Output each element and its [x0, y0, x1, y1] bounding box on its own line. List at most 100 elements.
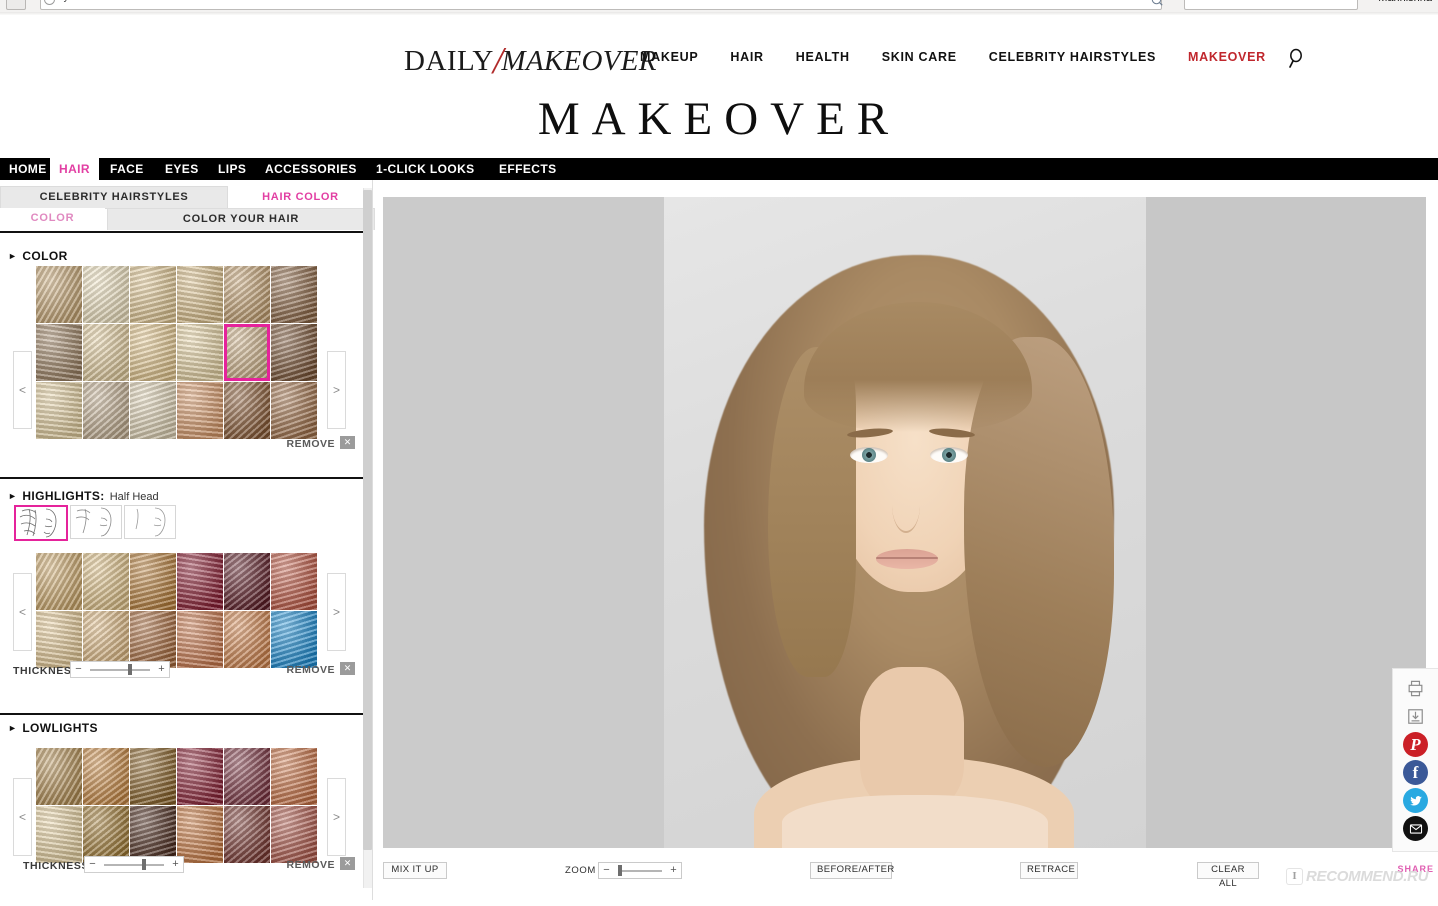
color-next-button[interactable]: >: [327, 351, 346, 429]
save-icon[interactable]: [1403, 704, 1428, 729]
swatch[interactable]: [83, 611, 129, 668]
lowlights-prev-button[interactable]: <: [13, 778, 32, 856]
swatch[interactable]: [130, 748, 176, 805]
swatch[interactable]: [177, 806, 223, 863]
disclosure-triangle-icon[interactable]: ►: [8, 491, 17, 501]
topnav-item-makeover[interactable]: MAKEOVER: [1188, 50, 1266, 64]
swatch[interactable]: [271, 748, 317, 805]
swatch[interactable]: [224, 324, 270, 381]
lowlights-remove-button[interactable]: ✕: [340, 857, 355, 870]
swatch[interactable]: [83, 748, 129, 805]
browser-go-icon[interactable]: [1150, 0, 1163, 6]
swatch[interactable]: [177, 266, 223, 323]
tab-hair-color[interactable]: HAIR COLOR: [228, 186, 373, 208]
lowlights-thickness-knob[interactable]: [142, 859, 147, 870]
makeover-nav-eyes[interactable]: EYES: [156, 158, 208, 180]
left-panel-scrollbar-thumb[interactable]: [363, 190, 372, 850]
twitter-icon[interactable]: [1403, 788, 1428, 813]
zoom-slider[interactable]: − +: [598, 862, 682, 879]
disclosure-triangle-icon[interactable]: ►: [8, 251, 17, 261]
browser-back-button[interactable]: [6, 0, 26, 10]
swatch[interactable]: [177, 324, 223, 381]
highlights-thickness-minus[interactable]: −: [71, 663, 86, 676]
swatch[interactable]: [83, 266, 129, 323]
zoom-minus-button[interactable]: −: [599, 864, 614, 877]
swatch[interactable]: [271, 324, 317, 381]
swatch[interactable]: [36, 611, 82, 668]
swatch[interactable]: [271, 553, 317, 610]
swatch[interactable]: [36, 806, 82, 863]
swatch[interactable]: [224, 806, 270, 863]
swatch[interactable]: [177, 748, 223, 805]
swatch[interactable]: [83, 324, 129, 381]
swatch[interactable]: [177, 553, 223, 610]
swatch[interactable]: [130, 266, 176, 323]
swatch[interactable]: [83, 806, 129, 863]
topnav-item-skin-care[interactable]: SKIN CARE: [882, 50, 957, 64]
swatch[interactable]: [224, 611, 270, 668]
retrace-button[interactable]: RETRACE: [1020, 862, 1078, 879]
makeover-nav-1-click-looks[interactable]: 1-CLICK LOOKS: [367, 158, 484, 180]
pinterest-icon[interactable]: P: [1403, 732, 1428, 757]
swatch[interactable]: [271, 382, 317, 439]
makeover-nav-face[interactable]: FACE: [101, 158, 153, 180]
topnav-item-makeup[interactable]: MAKEUP: [640, 50, 698, 64]
zoom-knob[interactable]: [618, 865, 623, 876]
swatch[interactable]: [130, 324, 176, 381]
clear-all-button[interactable]: CLEAR ALL: [1197, 862, 1259, 889]
color-remove-button[interactable]: ✕: [340, 436, 355, 449]
highlights-thickness-plus[interactable]: +: [154, 663, 169, 676]
zoom-plus-button[interactable]: +: [666, 864, 681, 877]
highlights-thickness-slider[interactable]: − +: [70, 661, 170, 678]
lowlights-thickness-track[interactable]: [100, 858, 168, 871]
swatch[interactable]: [130, 382, 176, 439]
highlights-thickness-knob[interactable]: [128, 664, 133, 675]
makeover-nav-lips[interactable]: LIPS: [209, 158, 255, 180]
lowlights-thickness-minus[interactable]: −: [85, 858, 100, 871]
swatch[interactable]: [36, 382, 82, 439]
highlight-pattern-1-icon[interactable]: [14, 505, 68, 541]
zoom-track[interactable]: [614, 864, 666, 877]
topnav-item-celebrity-hairstyles[interactable]: CELEBRITY HAIRSTYLES: [989, 50, 1156, 64]
makeover-nav-home[interactable]: HOME: [0, 158, 56, 180]
swatch[interactable]: [224, 553, 270, 610]
makeover-nav-accessories[interactable]: ACCESSORIES: [256, 158, 366, 180]
swatch[interactable]: [177, 611, 223, 668]
email-icon[interactable]: [1403, 816, 1428, 841]
highlight-pattern-2-icon[interactable]: [70, 505, 122, 539]
mix-it-up-button[interactable]: MIX IT UP: [383, 862, 447, 879]
swatch[interactable]: [130, 806, 176, 863]
swatch[interactable]: [130, 553, 176, 610]
facebook-icon[interactable]: f: [1403, 760, 1428, 785]
swatch[interactable]: [83, 382, 129, 439]
lowlights-thickness-slider[interactable]: − +: [84, 856, 184, 873]
highlights-prev-button[interactable]: <: [13, 573, 32, 651]
print-icon[interactable]: [1403, 676, 1428, 701]
swatch[interactable]: [224, 382, 270, 439]
disclosure-triangle-icon[interactable]: ►: [8, 723, 17, 733]
highlights-next-button[interactable]: >: [327, 573, 346, 651]
before-after-button[interactable]: BEFORE/AFTER: [810, 862, 894, 879]
lowlights-next-button[interactable]: >: [327, 778, 346, 856]
tab-celebrity-hairstyles[interactable]: CELEBRITY HAIRSTYLES: [0, 186, 228, 209]
topnav-item-health[interactable]: HEALTH: [796, 50, 850, 64]
swatch[interactable]: [271, 611, 317, 668]
site-logo[interactable]: DAILY/MAKEOVER: [404, 36, 657, 82]
highlight-pattern-3-icon[interactable]: [124, 505, 176, 539]
swatch[interactable]: [224, 748, 270, 805]
topnav-item-hair[interactable]: HAIR: [730, 50, 763, 64]
lowlights-thickness-plus[interactable]: +: [168, 858, 183, 871]
search-icon[interactable]: [1285, 46, 1309, 70]
swatch[interactable]: [36, 266, 82, 323]
swatch[interactable]: [36, 553, 82, 610]
makeover-nav-effects[interactable]: EFFECTS: [490, 158, 565, 180]
color-prev-button[interactable]: <: [13, 351, 32, 429]
tab-color-your-hair[interactable]: COLOR YOUR HAIR: [107, 208, 375, 230]
makeover-canvas[interactable]: [383, 197, 1426, 848]
swatch[interactable]: [130, 611, 176, 668]
swatch[interactable]: [83, 553, 129, 610]
swatch[interactable]: [177, 382, 223, 439]
highlights-remove-button[interactable]: ✕: [340, 662, 355, 675]
makeover-nav-hair[interactable]: HAIR: [50, 158, 99, 180]
swatch[interactable]: [36, 324, 82, 381]
